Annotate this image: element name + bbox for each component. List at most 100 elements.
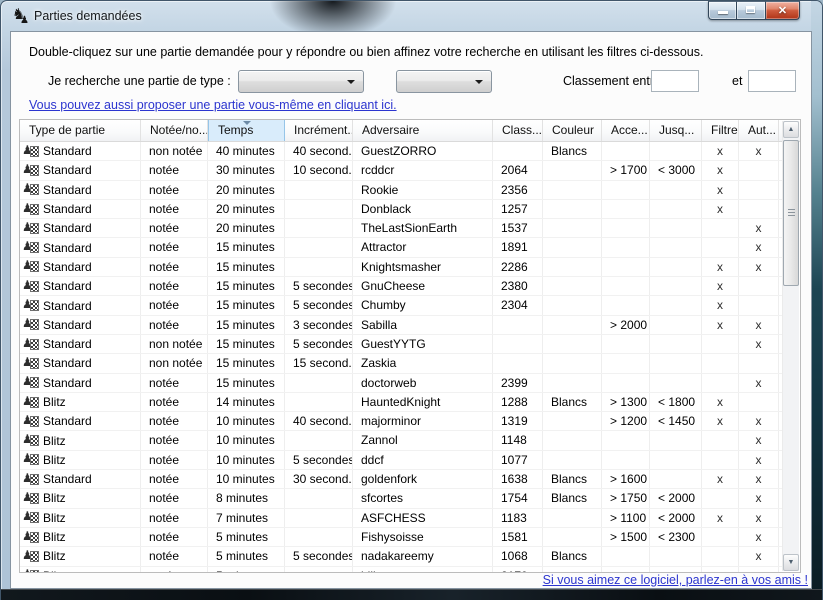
minimize-button[interactable]: [708, 1, 737, 20]
column-header-increment[interactable]: Incrément...: [285, 120, 353, 141]
checkerboard-icon: [30, 474, 39, 485]
cell-color: [543, 354, 602, 372]
cell-filter: x: [702, 470, 739, 488]
column-header-adversaire[interactable]: Adversaire: [353, 120, 493, 141]
chess-game-icon: ♟: [24, 453, 40, 466]
column-header-classement[interactable]: Class...: [493, 120, 543, 141]
table-row[interactable]: ♟ Standard notée 10 minutes 30 second...…: [20, 470, 783, 489]
cell-rating-min: [602, 142, 650, 160]
cell-color: [543, 528, 602, 546]
cell-type-label: Standard: [43, 258, 92, 276]
column-header-notee[interactable]: Notée/no...: [141, 120, 208, 141]
table-row[interactable]: ♟ Standard notée 10 minutes 40 second...…: [20, 412, 783, 431]
cell-auto: x: [739, 316, 779, 334]
table-row[interactable]: ♟ Blitz notée 8 minutes sfcortes 1754 Bl…: [20, 489, 783, 508]
table-row[interactable]: ♟ Standard notée 15 minutes 5 secondes G…: [20, 277, 783, 296]
cell-rating: 1077: [493, 451, 543, 469]
checkerboard-icon: [30, 281, 39, 292]
table-row[interactable]: ♟ Standard notée 20 minutes Donblack 125…: [20, 200, 783, 219]
cell-rating-max: [650, 470, 702, 488]
cell-type: ♟ Blitz: [20, 547, 141, 565]
cell-opponent: ASFCHESS: [353, 509, 493, 527]
table-row[interactable]: ♟ Blitz notée 7 minutes ASFCHESS 1183 > …: [20, 509, 783, 528]
table-row[interactable]: ♟ Standard notée 15 minutes 5 secondes C…: [20, 296, 783, 315]
cell-auto: [739, 277, 779, 295]
table-row[interactable]: ♟ Standard notée 20 minutes TheLastSionE…: [20, 219, 783, 238]
cell-filter: x: [702, 181, 739, 199]
cell-filter: x: [702, 277, 739, 295]
table-row[interactable]: ♟ Standard notée 15 minutes Attractor 18…: [20, 238, 783, 257]
table-row[interactable]: ♟ Standard notée 15 minutes doctorweb 23…: [20, 374, 783, 393]
cell-filter: [702, 489, 739, 507]
cell-rated: notée: [141, 181, 208, 199]
share-link[interactable]: Si vous aimez ce logiciel, parlez-en à v…: [543, 573, 808, 587]
column-header-filtre[interactable]: Filtre: [702, 120, 739, 141]
vertical-scrollbar[interactable]: ▲ ▼: [782, 121, 799, 571]
cell-rating-max: [650, 567, 702, 572]
cell-rating-max: < 3000: [650, 161, 702, 179]
cell-type-label: Standard: [43, 277, 92, 295]
titlebar[interactable]: ♞ ♟ Parties demandées ✕: [1, 1, 822, 31]
games-table: Type de partie Notée/no... Temps Incréme…: [19, 119, 801, 573]
table-row[interactable]: ♟ Blitz notée 14 minutes HauntedKnight 1…: [20, 393, 783, 412]
cell-color: Blancs: [543, 547, 602, 565]
cell-rating: 1537: [493, 219, 543, 237]
column-header-temps[interactable]: Temps: [208, 120, 285, 141]
column-header-accepte[interactable]: Acce...: [602, 120, 650, 141]
cell-type-label: Standard: [43, 161, 92, 179]
cell-auto: x: [739, 219, 779, 237]
window-title: Parties demandées: [34, 9, 142, 23]
cell-auto: x: [739, 142, 779, 160]
table-row[interactable]: ♟ Standard non notée 15 minutes 5 second…: [20, 335, 783, 354]
table-row[interactable]: ♟ Blitz notée 5 minutes Fishysoisse 1581…: [20, 528, 783, 547]
cell-rating-max: [650, 258, 702, 276]
checkerboard-icon: [30, 435, 39, 446]
chess-game-icon: ♟: [24, 318, 40, 331]
maximize-button[interactable]: [737, 1, 766, 20]
chess-game-icon: ♟: [24, 338, 40, 351]
table-row[interactable]: ♟ Standard notée 15 minutes Knightsmashe…: [20, 258, 783, 277]
table-row[interactable]: ♟ Blitz notée 5 minutes blik 2170 x: [20, 567, 783, 572]
cell-type-label: Standard: [43, 181, 92, 199]
game-type-select[interactable]: [238, 70, 364, 93]
chess-game-icon: ♟: [24, 396, 40, 409]
table-row[interactable]: ♟ Standard notée 15 minutes 3 secondes S…: [20, 316, 783, 335]
scroll-down-button[interactable]: ▼: [783, 554, 799, 571]
game-category-select[interactable]: [396, 70, 492, 93]
rating-max-input[interactable]: [748, 70, 796, 92]
table-row[interactable]: ♟ Blitz notée 10 minutes Zannol 1148 x: [20, 431, 783, 450]
table-row[interactable]: ♟ Standard notée 20 minutes Rookie 2356 …: [20, 181, 783, 200]
chess-game-icon: ♟: [24, 164, 40, 177]
column-header-type-de-partie[interactable]: Type de partie: [20, 120, 141, 141]
cell-color: [543, 200, 602, 218]
table-row[interactable]: ♟ Blitz notée 5 minutes 5 secondes nadak…: [20, 547, 783, 566]
cell-type-label: Blitz: [43, 489, 66, 507]
scroll-up-button[interactable]: ▲: [783, 121, 799, 138]
column-header-jusqua[interactable]: Jusq...: [650, 120, 702, 141]
scrollbar-thumb[interactable]: [783, 140, 799, 286]
cell-filter: [702, 238, 739, 256]
table-row[interactable]: ♟ Standard notée 30 minutes 10 second...…: [20, 161, 783, 180]
cell-rating-min: [602, 451, 650, 469]
cell-type: ♟ Standard: [20, 412, 141, 430]
checkerboard-icon: [30, 551, 39, 562]
chess-game-icon: ♟: [24, 183, 40, 196]
cell-type-label: Standard: [43, 412, 92, 430]
checkerboard-icon: [30, 493, 39, 504]
table-row[interactable]: ♟ Standard non notée 15 minutes 15 secon…: [20, 354, 783, 373]
window-parties-demandees: ♞ ♟ Parties demandées ✕ Double-cliquez s…: [0, 0, 823, 600]
cell-rated: notée: [141, 258, 208, 276]
table-row[interactable]: ♟ Blitz notée 10 minutes 5 secondes ddcf…: [20, 451, 783, 470]
cell-auto: x: [739, 258, 779, 276]
propose-game-link[interactable]: Vous pouvez aussi proposer une partie vo…: [29, 98, 397, 112]
rating-min-input[interactable]: [651, 70, 699, 92]
column-header-couleur[interactable]: Couleur: [543, 120, 602, 141]
cell-rated: notée: [141, 431, 208, 449]
cell-rating-min: > 1100: [602, 509, 650, 527]
column-header-auto[interactable]: Aut...: [739, 120, 779, 141]
chess-game-icon: ♟: [24, 357, 40, 370]
cell-rating-min: > 1300: [602, 393, 650, 411]
cell-increment: 5 secondes: [285, 335, 353, 353]
table-row[interactable]: ♟ Standard non notée 40 minutes 40 secon…: [20, 142, 783, 161]
close-button[interactable]: ✕: [766, 1, 800, 20]
